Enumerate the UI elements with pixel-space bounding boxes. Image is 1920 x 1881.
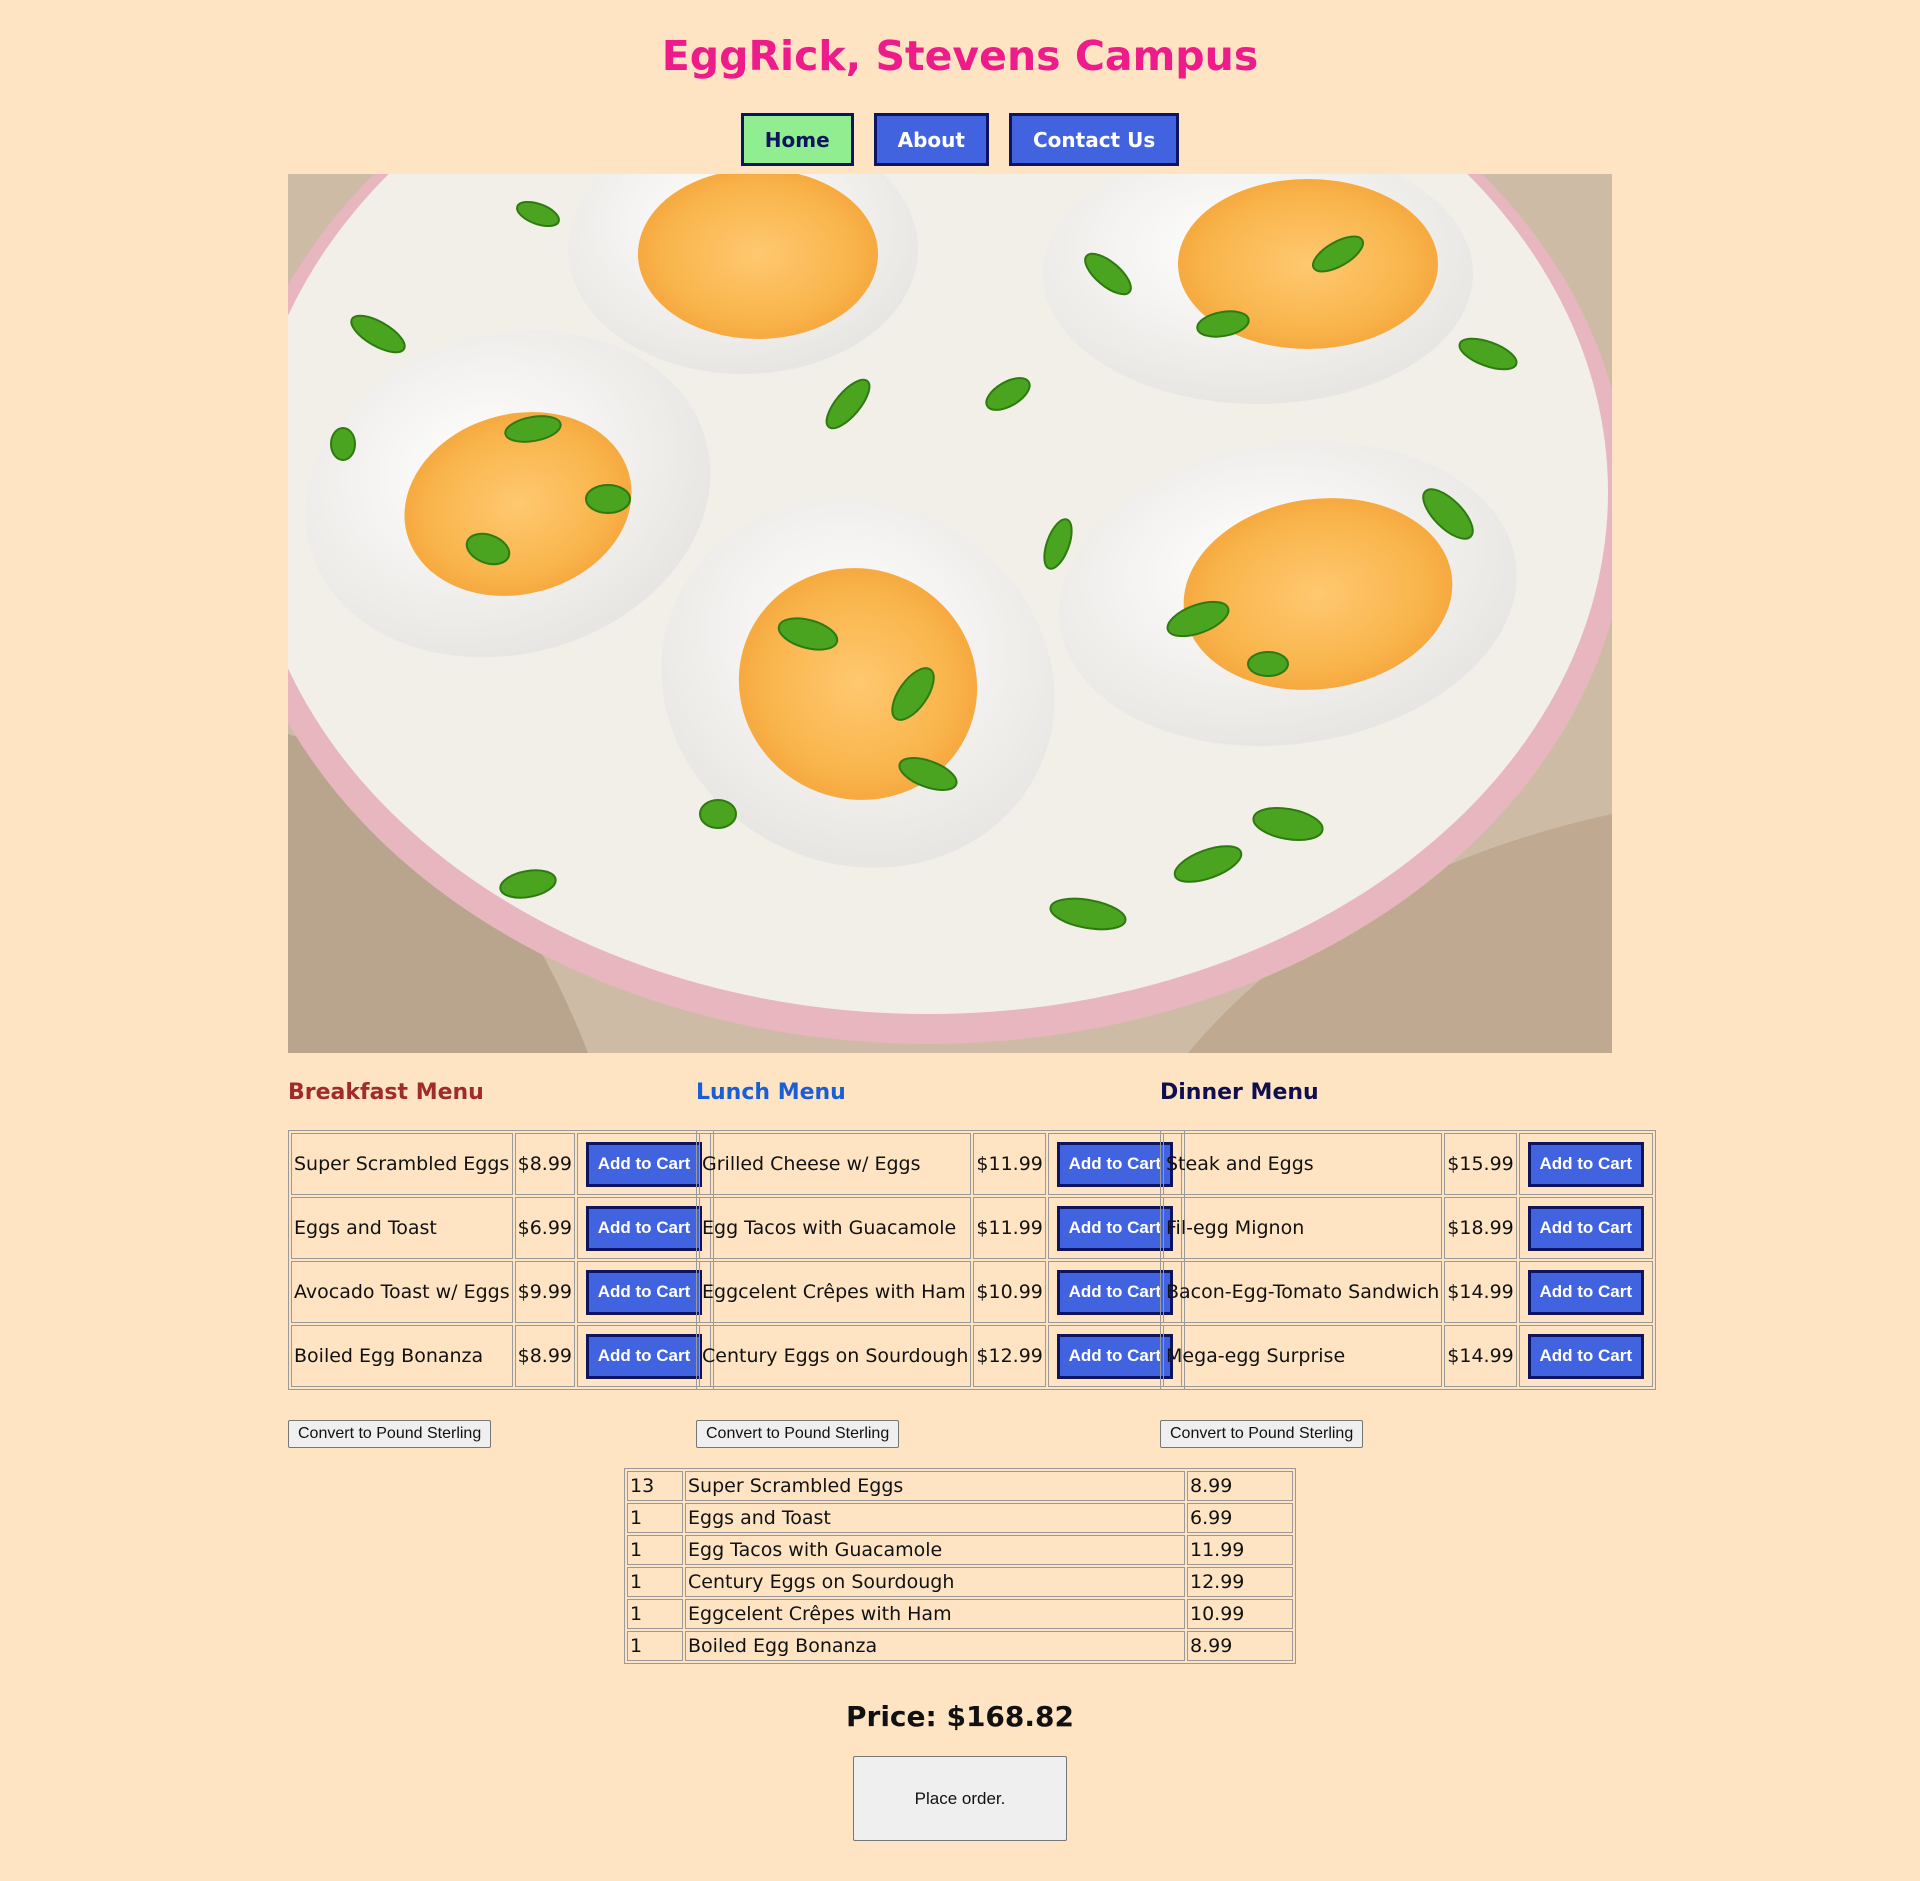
breakfast-menu-table: Super Scrambled Eggs $8.99 Add to Cart E… — [288, 1130, 715, 1390]
place-order-button[interactable]: Place order. — [853, 1756, 1067, 1841]
menu-row: Super Scrambled Eggs $8.99 Add to Cart — [291, 1133, 712, 1195]
add-to-cart-button[interactable]: Add to Cart — [1056, 1269, 1173, 1315]
menu-item-price: $11.99 — [973, 1197, 1046, 1259]
nav-contact-link[interactable]: Contact Us — [1008, 113, 1180, 166]
cart-row: 1 Eggs and Toast 6.99 — [627, 1503, 1293, 1533]
menu-item-name: Egg Tacos with Guacamole — [699, 1197, 972, 1259]
menu-row: Boiled Egg Bonanza $8.99 Add to Cart — [291, 1325, 712, 1387]
breakfast-convert-button[interactable]: Convert to Pound Sterling — [288, 1420, 492, 1448]
menu-row: Eggs and Toast $6.99 Add to Cart — [291, 1197, 712, 1259]
menu-item-price: $6.99 — [514, 1197, 576, 1259]
lunch-convert-button[interactable]: Convert to Pound Sterling — [696, 1420, 900, 1448]
menu-row: Avocado Toast w/ Eggs $9.99 Add to Cart — [291, 1261, 712, 1323]
menu-item-price: $8.99 — [514, 1325, 576, 1387]
add-to-cart-button[interactable]: Add to Cart — [1056, 1205, 1173, 1251]
menu-item-price: $10.99 — [973, 1261, 1046, 1323]
menu-item-price: $9.99 — [514, 1261, 576, 1323]
cart-item-name: Egg Tacos with Guacamole — [685, 1535, 1185, 1565]
menu-item-name: Grilled Cheese w/ Eggs — [699, 1133, 972, 1195]
cart-item-qty: 1 — [627, 1535, 683, 1565]
menu-item-name: Avocado Toast w/ Eggs — [291, 1261, 513, 1323]
add-to-cart-button[interactable]: Add to Cart — [586, 1333, 703, 1379]
cart-row: 1 Boiled Egg Bonanza 8.99 — [627, 1631, 1293, 1661]
cart-item-name: Boiled Egg Bonanza — [685, 1631, 1185, 1661]
menu-row: Bacon-Egg-Tomato Sandwich $14.99 Add to … — [1163, 1261, 1653, 1323]
dinner-menu-table: Steak and Eggs $15.99 Add to Cart Fil-eg… — [1160, 1130, 1656, 1390]
cart-item-name: Eggcelent Crêpes with Ham — [685, 1599, 1185, 1629]
menu-item-name: Mega-egg Surprise — [1163, 1325, 1443, 1387]
menu-item-price: $14.99 — [1444, 1261, 1517, 1323]
cart-item-name: Eggs and Toast — [685, 1503, 1185, 1533]
menu-item-name: Eggs and Toast — [291, 1197, 513, 1259]
main-nav: Home About Contact Us — [0, 113, 1920, 166]
cart-item-qty: 1 — [627, 1599, 683, 1629]
add-to-cart-button[interactable]: Add to Cart — [1056, 1141, 1173, 1187]
total-price: Price: $168.82 — [846, 1700, 1074, 1733]
cart-item-qty: 1 — [627, 1503, 683, 1533]
menu-row: Mega-egg Surprise $14.99 Add to Cart — [1163, 1325, 1653, 1387]
lunch-menu: Lunch Menu Grilled Cheese w/ Eggs $11.99… — [696, 1076, 1185, 1390]
dinner-menu: Dinner Menu Steak and Eggs $15.99 Add to… — [1160, 1076, 1656, 1390]
hero-image — [288, 174, 1612, 1053]
cart-item-name: Super Scrambled Eggs — [685, 1471, 1185, 1501]
add-to-cart-button[interactable]: Add to Cart — [586, 1205, 703, 1251]
menu-item-price: $15.99 — [1444, 1133, 1517, 1195]
menu-item-price: $8.99 — [514, 1133, 576, 1195]
menu-item-name: Eggcelent Crêpes with Ham — [699, 1261, 972, 1323]
dinner-convert-button[interactable]: Convert to Pound Sterling — [1160, 1420, 1364, 1448]
nav-about-link[interactable]: About — [873, 113, 989, 166]
menu-item-price: $12.99 — [973, 1325, 1046, 1387]
cart-item-price: 10.99 — [1187, 1599, 1293, 1629]
menu-item-name: Super Scrambled Eggs — [291, 1133, 513, 1195]
cart-item-price: 8.99 — [1187, 1471, 1293, 1501]
cart-row: 13 Super Scrambled Eggs 8.99 — [627, 1471, 1293, 1501]
menu-item-price: $14.99 — [1444, 1325, 1517, 1387]
cart-item-qty: 1 — [627, 1567, 683, 1597]
dinner-menu-title: Dinner Menu — [1160, 1080, 1319, 1105]
menu-row: Fil-egg Mignon $18.99 Add to Cart — [1163, 1197, 1653, 1259]
add-to-cart-button[interactable]: Add to Cart — [1056, 1333, 1173, 1379]
menu-item-name: Boiled Egg Bonanza — [291, 1325, 513, 1387]
menu-row: Grilled Cheese w/ Eggs $11.99 Add to Car… — [699, 1133, 1182, 1195]
cart-item-price: 12.99 — [1187, 1567, 1293, 1597]
add-to-cart-button[interactable]: Add to Cart — [1527, 1333, 1644, 1379]
cart-item-price: 8.99 — [1187, 1631, 1293, 1661]
site-title: EggRick, Stevens Campus — [661, 32, 1259, 80]
add-to-cart-button[interactable]: Add to Cart — [1527, 1269, 1644, 1315]
lunch-menu-table: Grilled Cheese w/ Eggs $11.99 Add to Car… — [696, 1130, 1185, 1390]
cart-item-qty: 13 — [627, 1471, 683, 1501]
breakfast-menu-title: Breakfast Menu — [288, 1080, 484, 1105]
add-to-cart-button[interactable]: Add to Cart — [586, 1269, 703, 1315]
cart-row: 1 Century Eggs on Sourdough 12.99 — [627, 1567, 1293, 1597]
cart-row: 1 Egg Tacos with Guacamole 11.99 — [627, 1535, 1293, 1565]
breakfast-menu: Breakfast Menu Super Scrambled Eggs $8.9… — [288, 1076, 715, 1390]
cart-row: 1 Eggcelent Crêpes with Ham 10.99 — [627, 1599, 1293, 1629]
cart-item-price: 11.99 — [1187, 1535, 1293, 1565]
menu-item-price: $18.99 — [1444, 1197, 1517, 1259]
menu-item-price: $11.99 — [973, 1133, 1046, 1195]
menu-item-name: Bacon-Egg-Tomato Sandwich — [1163, 1261, 1443, 1323]
menu-item-name: Steak and Eggs — [1163, 1133, 1443, 1195]
menu-row: Century Eggs on Sourdough $12.99 Add to … — [699, 1325, 1182, 1387]
menus-section: Breakfast Menu Super Scrambled Eggs $8.9… — [288, 1076, 1656, 1456]
cart-table: 13 Super Scrambled Eggs 8.99 1 Eggs and … — [624, 1468, 1296, 1664]
menu-row: Egg Tacos with Guacamole $11.99 Add to C… — [699, 1197, 1182, 1259]
menu-item-name: Fil-egg Mignon — [1163, 1197, 1443, 1259]
add-to-cart-button[interactable]: Add to Cart — [1527, 1141, 1644, 1187]
cart-item-qty: 1 — [627, 1631, 683, 1661]
cart-item-price: 6.99 — [1187, 1503, 1293, 1533]
nav-home-link[interactable]: Home — [740, 113, 854, 166]
cart-item-name: Century Eggs on Sourdough — [685, 1567, 1185, 1597]
menu-item-name: Century Eggs on Sourdough — [699, 1325, 972, 1387]
menu-row: Steak and Eggs $15.99 Add to Cart — [1163, 1133, 1653, 1195]
add-to-cart-button[interactable]: Add to Cart — [1527, 1205, 1644, 1251]
menu-row: Eggcelent Crêpes with Ham $10.99 Add to … — [699, 1261, 1182, 1323]
lunch-menu-title: Lunch Menu — [696, 1080, 846, 1105]
add-to-cart-button[interactable]: Add to Cart — [586, 1141, 703, 1187]
